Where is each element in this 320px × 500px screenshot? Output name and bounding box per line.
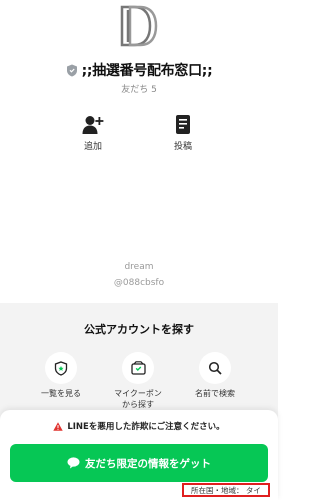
add-friend-icon: [82, 116, 104, 134]
search-icon: [208, 361, 222, 375]
fraud-warning: LINEを悪用した詐欺にご注意ください。: [0, 419, 278, 433]
shield-badge-icon: [66, 64, 77, 76]
coupon-icon: [130, 361, 146, 375]
account-id: @088cbsfo: [113, 278, 165, 288]
find-accounts-title: 公式アカウントを探す: [84, 323, 194, 336]
shield-star-icon: [54, 360, 68, 376]
friends-count: 友だち 5: [121, 85, 157, 95]
my-coupon-label-line2: から探す: [122, 400, 154, 409]
post-label: 投稿: [173, 142, 192, 152]
warning-icon: [53, 421, 64, 431]
search-by-name-button[interactable]: 名前で検索: [180, 352, 250, 399]
search-by-name-label: 名前で検索: [195, 389, 235, 398]
region-label: 所在国・地域： タイ: [182, 483, 270, 497]
my-coupon-label-line1: マイクーポン: [114, 389, 162, 398]
fraud-warning-text: LINEを悪用した詐欺にご注意ください。: [67, 422, 225, 432]
add-friend-label: 追加: [83, 142, 102, 152]
my-coupon-button[interactable]: マイクーポン から探す: [103, 352, 173, 410]
get-friend-info-button[interactable]: 友だち限定の情報をゲット: [10, 444, 268, 482]
get-friend-info-label: 友だち限定の情報をゲット: [85, 457, 211, 470]
post-button[interactable]: 投稿: [148, 114, 218, 152]
add-friend-button[interactable]: 追加: [58, 114, 128, 152]
browse-list-button[interactable]: 一覧を見る: [26, 352, 96, 399]
dd-logo-icon: [118, 4, 160, 48]
my-coupon-label: マイクーポン から探す: [103, 388, 173, 410]
browse-list-label: 一覧を見る: [41, 389, 81, 398]
account-name: dream: [124, 262, 154, 272]
profile-title-row: ;;抽選番号配布窓口;;: [0, 58, 278, 82]
profile-name: ;;抽選番号配布窓口;;: [81, 63, 213, 79]
chat-bubble-icon: [67, 457, 80, 469]
post-icon: [176, 115, 190, 134]
